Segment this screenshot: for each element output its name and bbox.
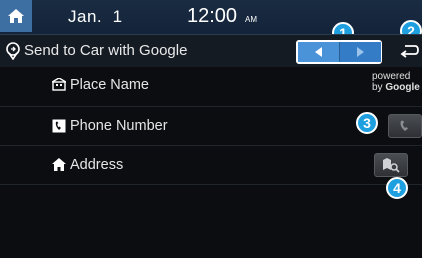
google-brand-text: Google (385, 82, 420, 93)
next-page-button[interactable] (340, 42, 381, 62)
map-search-icon (383, 158, 400, 173)
call-button[interactable] (388, 114, 422, 138)
handset-icon (400, 120, 408, 131)
back-button[interactable] (399, 43, 419, 59)
page-title: Send to Car with Google (24, 42, 188, 59)
callout-4: 4 (386, 177, 408, 199)
callout-3: 3 (356, 112, 378, 134)
address-label: Address (70, 157, 124, 173)
prev-page-button[interactable] (298, 42, 339, 62)
home-button[interactable] (0, 0, 32, 32)
ampm-label: AM (245, 15, 257, 24)
phone-number-label: Phone Number (70, 118, 168, 134)
house-icon (52, 158, 66, 171)
date-label: Jan. 1 (68, 7, 123, 26)
home-icon (8, 9, 24, 23)
powered-text: powered (372, 71, 411, 82)
place-name-row[interactable]: Place Name powered by Google (0, 66, 422, 107)
map-search-button[interactable] (374, 153, 408, 177)
place-name-label: Place Name (70, 77, 149, 93)
address-row[interactable]: Address (0, 146, 422, 185)
time-label: 12:00 (187, 5, 238, 27)
building-icon (52, 78, 66, 91)
page-navigator (296, 40, 382, 64)
powered-by-line: by Google (372, 82, 422, 93)
triangle-left-icon (315, 47, 322, 57)
phone-icon (52, 119, 66, 133)
location-send-icon (6, 42, 20, 60)
powered-by-prefix: by (372, 82, 386, 93)
title-bar: Send to Car with Google (0, 34, 422, 67)
screen: Jan. 1 12:00 AM 1 2 Send to Car with Goo… (0, 0, 422, 258)
triangle-right-icon (357, 47, 364, 57)
powered-by-google: powered by Google (372, 71, 422, 93)
status-bar: Jan. 1 12:00 AM 1 2 (0, 0, 422, 44)
